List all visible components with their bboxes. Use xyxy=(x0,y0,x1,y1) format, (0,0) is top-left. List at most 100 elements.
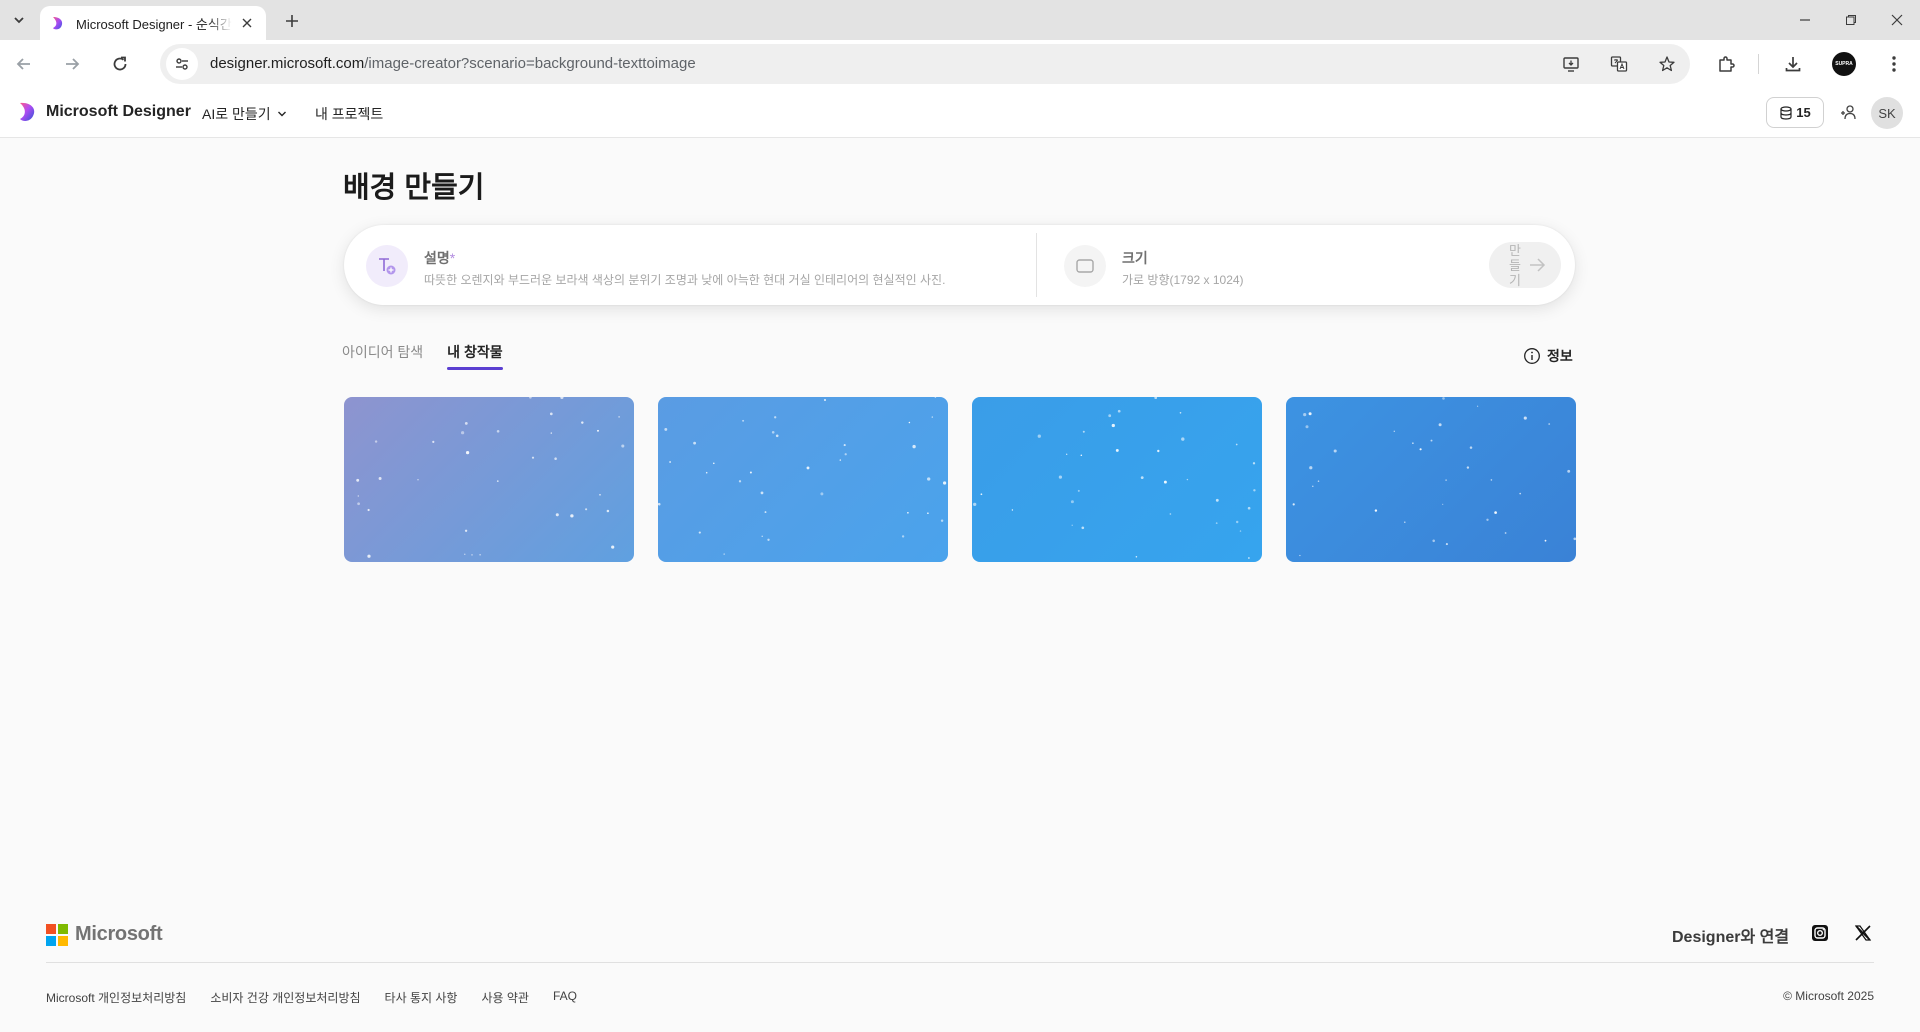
sparkle-dot xyxy=(764,511,767,514)
sparkle-texture xyxy=(973,397,1256,559)
arrow-left-icon xyxy=(16,58,30,70)
browser-tab-active[interactable]: Microsoft Designer - 순식간 xyxy=(40,6,266,40)
creation-card[interactable] xyxy=(1286,397,1576,562)
sparkle-dot xyxy=(1235,443,1238,446)
url-text[interactable]: designer.microsoft.com/image-creator?sce… xyxy=(210,55,696,72)
bookmark-star-icon[interactable] xyxy=(1655,52,1679,76)
address-bar[interactable]: designer.microsoft.com/image-creator?sce… xyxy=(160,44,1690,84)
close-icon xyxy=(1891,14,1903,26)
sparkle-dot xyxy=(1077,489,1080,492)
chevron-down-icon xyxy=(14,17,24,24)
credits-button[interactable]: 15 xyxy=(1766,97,1824,128)
toolbar-divider xyxy=(1758,54,1759,74)
create-button[interactable]: 만들기 xyxy=(1489,242,1561,288)
reload-button[interactable] xyxy=(104,48,136,80)
footer-link-health-privacy[interactable]: 소비자 건강 개인정보처리방침 xyxy=(210,989,360,1006)
sparkle-dot xyxy=(1235,520,1239,524)
microsoft-logo[interactable]: Microsoft xyxy=(46,923,163,946)
sparkle-dot xyxy=(761,535,763,537)
footer-link-terms[interactable]: 사용 약관 xyxy=(481,989,529,1006)
sparkle-dot xyxy=(658,502,661,506)
new-tab-button[interactable] xyxy=(280,9,304,33)
tab-explore-ideas[interactable]: 아이디어 탐색 xyxy=(342,342,423,370)
footer-link-faq[interactable]: FAQ xyxy=(553,989,577,1006)
tab-search-button[interactable] xyxy=(6,8,32,32)
sparkle-dot xyxy=(374,440,378,443)
sparkle-dot xyxy=(1494,511,1497,514)
back-button[interactable] xyxy=(8,48,40,80)
translate-icon[interactable] xyxy=(1607,52,1631,76)
sparkle-dot xyxy=(1567,469,1571,473)
sparkle-dot xyxy=(1081,526,1085,530)
nav-my-projects[interactable]: 내 프로젝트 xyxy=(315,104,383,124)
downloads-icon[interactable] xyxy=(1779,50,1807,78)
tab-my-creations[interactable]: 내 창작물 xyxy=(447,342,504,370)
sparkle-dot xyxy=(1317,480,1320,482)
forward-button[interactable] xyxy=(56,48,88,80)
creation-card[interactable] xyxy=(972,397,1262,562)
install-app-icon[interactable] xyxy=(1559,52,1583,76)
x-twitter-icon[interactable] xyxy=(1851,921,1875,945)
sparkle-dot xyxy=(1252,462,1256,465)
sparkle-dot xyxy=(839,459,842,461)
sparkle-dot xyxy=(713,462,715,465)
sparkle-dot xyxy=(549,412,553,416)
brand-name: Microsoft Designer xyxy=(46,103,191,120)
site-info-button[interactable] xyxy=(166,48,198,80)
sparkle-dot xyxy=(1438,423,1442,427)
minimize-button[interactable] xyxy=(1782,0,1828,40)
sparkle-dot xyxy=(980,493,983,496)
arrow-right-icon xyxy=(66,58,80,70)
creation-card[interactable] xyxy=(658,397,948,562)
sparkle-dot xyxy=(621,444,625,448)
description-input[interactable]: 따뜻한 오렌지와 부드러운 보라색 색상의 분위기 조명과 낮에 아늑한 현대 … xyxy=(424,271,945,288)
kebab-menu-icon[interactable] xyxy=(1880,50,1908,78)
extensions-icon[interactable] xyxy=(1712,50,1740,78)
share-people-icon[interactable] xyxy=(1836,101,1860,125)
footer-links: Microsoft 개인정보처리방침 소비자 건강 개인정보처리방침 타사 통지… xyxy=(46,989,601,1006)
footer-link-privacy[interactable]: Microsoft 개인정보처리방침 xyxy=(46,989,186,1006)
sparkle-dot xyxy=(606,509,610,513)
creation-card[interactable] xyxy=(344,397,634,562)
sparkle-dot xyxy=(1523,416,1527,420)
tab-close-icon[interactable] xyxy=(238,14,256,32)
sparkle-texture xyxy=(658,397,947,555)
sparkle-dot xyxy=(1303,413,1307,417)
sparkle-dot xyxy=(774,416,777,419)
sparkle-dot xyxy=(1548,423,1551,425)
brand-home-link[interactable]: Microsoft Designer xyxy=(18,101,191,123)
sparkle-dot xyxy=(464,553,466,555)
sparkle-dot xyxy=(585,508,588,511)
sparkle-dot xyxy=(554,457,557,460)
instagram-icon[interactable] xyxy=(1808,921,1832,945)
sparkle-dot xyxy=(760,491,764,495)
sparkle-dot xyxy=(669,461,671,463)
profile-avatar[interactable]: SUPRA xyxy=(1832,52,1856,76)
reload-icon xyxy=(113,56,127,71)
sparkle-dot xyxy=(908,421,911,424)
info-button[interactable]: 정보 xyxy=(1523,346,1573,366)
close-window-button[interactable] xyxy=(1874,0,1920,40)
sparkle-dot xyxy=(1253,489,1256,492)
sparkle-dot xyxy=(973,502,977,507)
sparkle-dot xyxy=(1037,434,1041,438)
sparkle-dot xyxy=(1115,448,1119,452)
sparkle-dot xyxy=(1486,518,1489,521)
size-frame-icon xyxy=(1064,245,1106,287)
user-avatar[interactable]: SK xyxy=(1871,97,1903,129)
sparkle-dot xyxy=(1011,509,1014,511)
sparkle-dot xyxy=(461,431,465,435)
sparkle-dot xyxy=(1432,539,1435,543)
sparkle-dot xyxy=(555,513,559,517)
sparkle-dot xyxy=(496,429,500,433)
sparkle-dot xyxy=(465,450,470,455)
restore-button[interactable] xyxy=(1828,0,1874,40)
sparkle-dot xyxy=(367,554,371,558)
nav-ai-create-dropdown[interactable]: AI로 만들기 xyxy=(202,104,287,124)
sparkle-dot xyxy=(1419,448,1422,451)
sparkle-dot xyxy=(531,456,535,459)
sparkle-dot xyxy=(618,416,620,418)
sparkle-dot xyxy=(1082,430,1085,433)
sparkle-dot xyxy=(749,471,752,474)
footer-link-third-party[interactable]: 타사 통지 사항 xyxy=(385,989,458,1006)
